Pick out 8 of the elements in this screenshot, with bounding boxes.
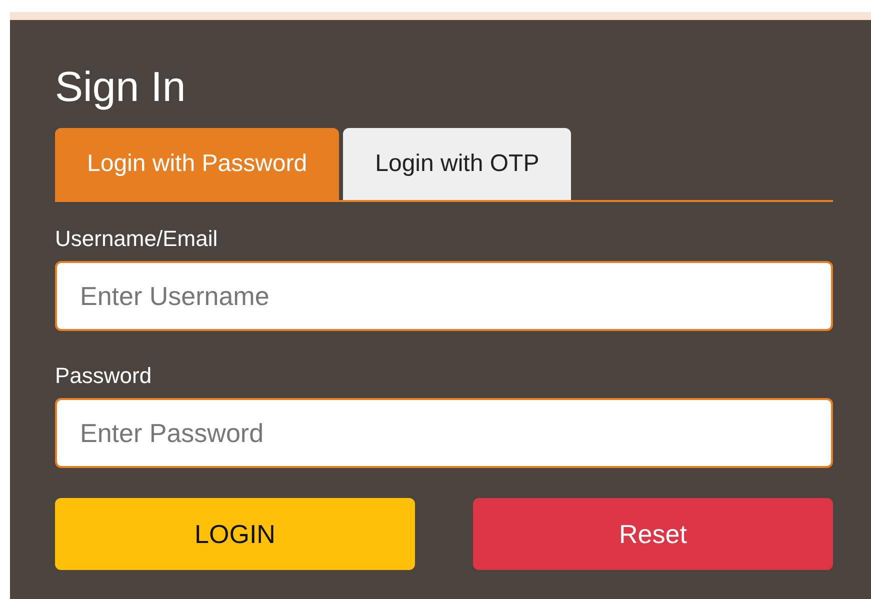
username-field[interactable]: Enter Username: [55, 261, 833, 331]
reset-button[interactable]: Reset: [473, 498, 833, 570]
login-tab[interactable]: Login with OTP: [343, 128, 572, 200]
password-field[interactable]: Enter Password: [55, 398, 833, 468]
field-label: Password: [55, 362, 153, 390]
sign-in-title: Sign In: [55, 66, 187, 108]
field-label: Username/Email: [55, 225, 219, 253]
login-button[interactable]: LOGIN: [55, 498, 415, 570]
